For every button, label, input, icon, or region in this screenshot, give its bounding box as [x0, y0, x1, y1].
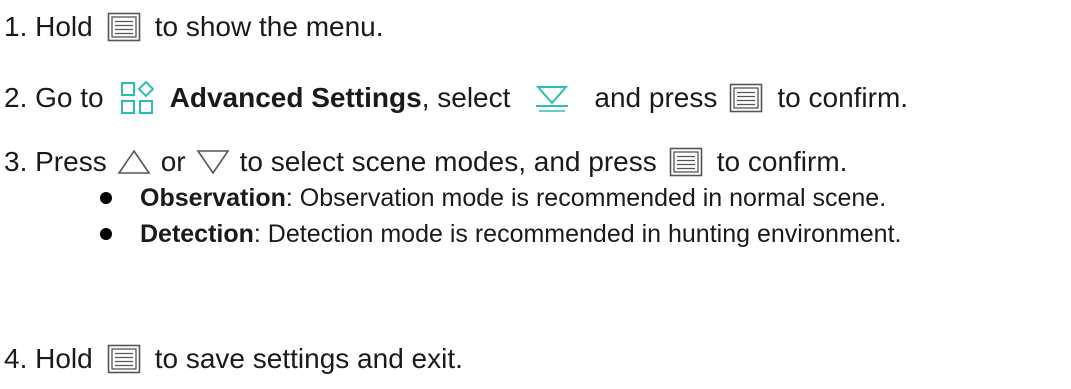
step-1-text: to show the menu. [154, 11, 384, 42]
step-4: 4. Hold to save settings and exit. [4, 342, 463, 376]
step-4-prefix: 4. Hold [4, 343, 93, 374]
bullet-text: : Detection mode is recommended in hunti… [253, 220, 902, 248]
menu-button-icon [107, 344, 141, 374]
down-triangle-icon [196, 149, 230, 175]
step-2-text: to confirm. [777, 82, 909, 113]
advanced-settings-icon [120, 81, 154, 115]
up-triangle-icon [117, 149, 151, 175]
scene-mode-list: Observation: Observation mode is recomme… [100, 182, 1020, 254]
bullet-text: : Observation mode is recommended in nor… [285, 184, 887, 212]
list-item-observation: Observation: Observation mode is recomme… [100, 182, 1020, 214]
list-item-detection: Detection: Detection mode is recommended… [100, 218, 1020, 250]
step-2-prefix: 2. Go to [4, 82, 104, 113]
advanced-settings-label: Advanced Settings [169, 82, 422, 113]
scene-mode-icon [534, 83, 570, 113]
step-3-text: to select scene modes, and press [239, 146, 657, 177]
step-1: 1. Hold to show the menu. [4, 10, 384, 44]
step-2: 2. Go to Advanced Settings , select and … [4, 81, 908, 115]
bullet-term: Observation [140, 184, 286, 212]
step-3-prefix: 3. Press [4, 146, 107, 177]
bullet-dot [100, 228, 112, 240]
step-1-prefix: 1. Hold [4, 11, 93, 42]
menu-button-icon [669, 147, 703, 177]
step-2-and-press: and press [594, 82, 718, 113]
bullet-term: Detection [140, 220, 254, 248]
step-4-text: to save settings and exit. [154, 343, 463, 374]
step-3: 3. Press or to select scene modes, and p… [4, 145, 847, 179]
menu-button-icon [107, 12, 141, 42]
bullet-dot [100, 192, 112, 204]
menu-button-icon [729, 83, 763, 113]
step-3-end: to confirm. [716, 146, 848, 177]
step-2-select: , select [421, 82, 511, 113]
step-3-or: or [160, 146, 186, 177]
